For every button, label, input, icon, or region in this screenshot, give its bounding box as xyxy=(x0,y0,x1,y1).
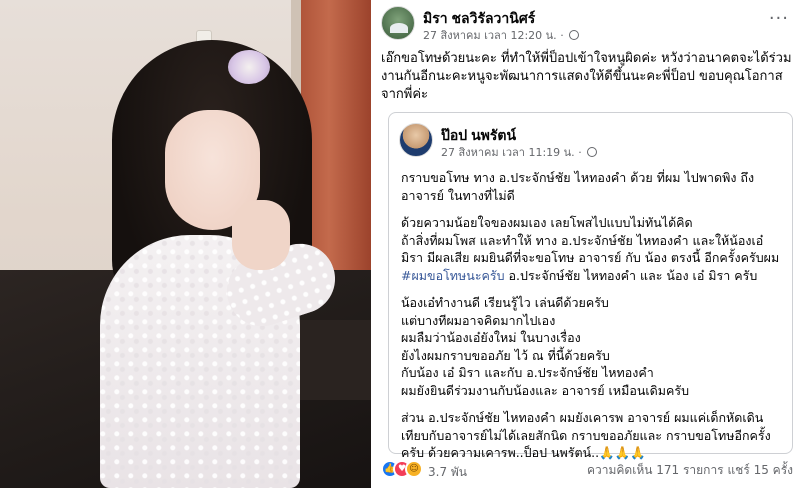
text-line: อาจารย์ ในทางที่ไม่ดี xyxy=(401,187,515,203)
text-line: ส่วน อ.ประจักษ์ชัย ไหทองคำ ผมยังเคารพ อา… xyxy=(401,410,764,425)
text-line: #ผมขอโทษนะครับ อ.ประจักษ์ชัย ไหทองคำ และ… xyxy=(401,267,786,285)
shared-author-avatar[interactable] xyxy=(399,123,433,157)
shared-post-meta: 27 สิงหาคม เวลา 11:19 น. · xyxy=(441,143,598,161)
care-reaction-icon: ☺ xyxy=(405,460,423,478)
meta-dot: · xyxy=(578,146,582,159)
facebook-post: มิรา ชลวิรัลวานิศร์ 27 สิงหาคม เวลา 12:2… xyxy=(371,0,800,488)
comments-shares-count[interactable]: ความคิดเห็น 171 รายการ แชร์ 15 ครั้ง xyxy=(587,461,793,480)
post-caption: เอ๊กขอโทษด้วยนะคะ ที่ทำให้พี่ป็อปเข้าใจห… xyxy=(381,51,792,102)
post-header: มิรา ชลวิรัลวานิศร์ 27 สิงหาคม เวลา 12:2… xyxy=(381,6,791,42)
text-line: ถ้าสิ่งที่ผมโพส และทำให้ ทาง อ.ประจักษ์ช… xyxy=(401,232,764,248)
meta-dot: · xyxy=(560,29,564,42)
shared-post[interactable]: ป๊อป นพรัตน์ 27 สิงหาคม เวลา 11:19 น. · … xyxy=(388,112,793,460)
text-line-rest: อ.ประจักษ์ชัย ไหทองคำ และ น้อง เอ๋ มิรา … xyxy=(504,267,758,283)
paragraph: ส่วน อ.ประจักษ์ชัย ไหทองคำ ผมยังเคารพ อา… xyxy=(401,409,786,462)
hashtag-link[interactable]: #ผมขอโทษนะครับ xyxy=(401,268,505,283)
post-footer: 👍 ♥ ☺ 3.7 พัน ความคิดเห็น 171 รายการ แชร… xyxy=(381,458,793,480)
paragraph: ด้วยความน้อยใจของผมเอง เลยโพสไปแบบไม่ทัน… xyxy=(401,214,786,284)
text-line: น้องเอ๋ทำงานดี เรียนรู้ไว เล่นดีด้วยครับ xyxy=(401,295,609,310)
text-line: มิรา มีผลเสีย ผมยินดีที่จะขอโทษ อาจารย์ … xyxy=(401,250,780,265)
more-options-icon[interactable]: ··· xyxy=(769,8,789,29)
paragraph: กราบขอโทษ ทาง อ.ประจักษ์ชัย ไหทองคำ ด้วย… xyxy=(401,169,786,204)
post-date[interactable]: 27 สิงหาคม เวลา 12:20 น. xyxy=(423,29,557,42)
text-line: ยังไงผมกราบขออภัย ไว้ ณ ที่นี้ด้วยครับ xyxy=(401,347,610,363)
globe-icon xyxy=(587,147,598,157)
text-line: ด้วยความน้อยใจของผมเอง เลยโพสไปแบบไม่ทัน… xyxy=(401,215,693,230)
paragraph: น้องเอ๋ทำงานดี เรียนรู้ไว เล่นดีด้วยครับ… xyxy=(401,294,786,399)
text-line: เทียบกับอาจารย์ไม่ได้เลยสักนิด กราบขออภั… xyxy=(401,427,771,443)
reaction-count[interactable]: 3.7 พัน xyxy=(428,463,467,482)
shared-post-date[interactable]: 27 สิงหาคม เวลา 11:19 น. xyxy=(441,146,575,159)
hair-scrunchie xyxy=(228,50,270,84)
globe-icon xyxy=(569,30,580,40)
text-line: ผมลืมว่าน้องเอ๋ยังใหม่ ในบางเรื่อง xyxy=(401,330,581,345)
author-avatar[interactable] xyxy=(381,6,415,40)
text-line: แต่บางทีผมอาจคิดมากไปเอง xyxy=(401,312,556,328)
person-hand xyxy=(232,200,290,270)
post-photo[interactable] xyxy=(0,0,371,488)
shared-post-body: กราบขอโทษ ทาง อ.ประจักษ์ชัย ไหทองคำ ด้วย… xyxy=(401,169,786,472)
text-line: กราบขอโทษ ทาง อ.ประจักษ์ชัย ไหทองคำ ด้วย… xyxy=(401,170,755,185)
post-meta: 27 สิงหาคม เวลา 12:20 น. · xyxy=(423,26,580,44)
text-line: กับน้อง เอ๋ มิรา และกับ อ.ประจักษ์ชัย ไห… xyxy=(401,365,654,380)
text-line: ผมยังยินดีร่วมงานกับน้องและ อาจารย์ เหมื… xyxy=(401,382,690,398)
